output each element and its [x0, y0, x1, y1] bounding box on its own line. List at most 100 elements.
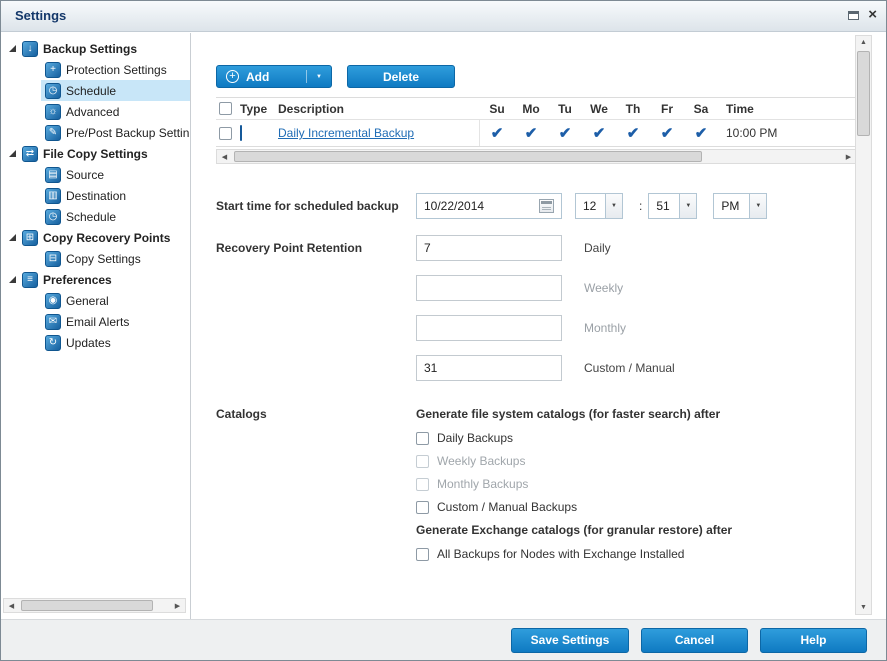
column-header-mo: Mo [514, 102, 548, 116]
scrollbar-thumb[interactable] [857, 51, 870, 136]
sidebar-item-preferences[interactable]: ≡ Preferences [1, 269, 190, 290]
day-check-su-icon: ✔ [491, 124, 504, 142]
hour-value: 12 [576, 199, 605, 213]
monthly-backups-label: Monthly Backups [437, 477, 528, 491]
expand-triangle-icon[interactable] [9, 45, 16, 52]
column-header-tu: Tu [548, 102, 582, 116]
scroll-up-icon[interactable]: ▲ [857, 36, 870, 49]
sidebar-item-destination[interactable]: ▥ Destination [41, 185, 190, 206]
weekly-backups-checkbox [416, 455, 429, 468]
custom-manual-backups-checkbox[interactable] [416, 501, 429, 514]
row-checkbox[interactable] [219, 127, 232, 140]
sidebar-item-copy-settings[interactable]: ⊟ Copy Settings [41, 248, 190, 269]
minute-value: 51 [649, 199, 679, 213]
chevron-down-icon[interactable]: ▼ [749, 194, 766, 218]
column-header-type: Type [240, 102, 278, 116]
custom-retention-input[interactable] [416, 355, 562, 381]
retention-monthly-row: Monthly [416, 315, 675, 341]
sidebar-item-source[interactable]: ▤ Source [41, 164, 190, 185]
scroll-left-icon[interactable]: ◀ [4, 599, 19, 612]
sidebar-horizontal-scrollbar[interactable]: ◀ ▶ [3, 598, 186, 613]
monthly-backups-option: Monthly Backups [416, 477, 732, 491]
file-copy-settings-icon: ⇄ [22, 146, 38, 162]
delete-button[interactable]: Delete [347, 65, 455, 88]
scrollbar-thumb[interactable] [234, 151, 702, 162]
sidebar-item-protection-settings[interactable]: + Protection Settings [41, 59, 190, 80]
start-time-label: Start time for scheduled backup [216, 199, 416, 213]
daily-backups-option[interactable]: Daily Backups [416, 431, 732, 445]
email-alerts-icon: ✉ [45, 314, 61, 330]
general-icon: ◉ [45, 293, 61, 309]
column-header-we: We [582, 102, 616, 116]
save-settings-button[interactable]: Save Settings [511, 628, 629, 653]
copy-recovery-points-icon: ⊞ [22, 230, 38, 246]
hour-dropdown[interactable]: 12 ▼ [575, 193, 623, 219]
exchange-backups-label: All Backups for Nodes with Exchange Inst… [437, 547, 684, 561]
expand-triangle-icon[interactable] [9, 150, 16, 157]
sidebar-item-label: File Copy Settings [43, 147, 148, 161]
sidebar-item-backup-settings[interactable]: ↓ Backup Settings [1, 38, 190, 59]
sidebar-item-general[interactable]: ◉ General [41, 290, 190, 311]
scroll-down-icon[interactable]: ▼ [857, 601, 870, 614]
exchange-backups-option[interactable]: All Backups for Nodes with Exchange Inst… [416, 547, 732, 561]
sidebar-item-email-alerts[interactable]: ✉ Email Alerts [41, 311, 190, 332]
expand-triangle-icon[interactable] [9, 234, 16, 241]
settings-dialog: Settings × ↓ Backup Settings + Protectio… [0, 0, 887, 661]
catalogs-section: Catalogs Generate file system catalogs (… [216, 407, 857, 570]
day-check-th-icon: ✔ [627, 124, 640, 142]
sidebar-item-label: Backup Settings [43, 42, 137, 56]
retention-custom-row: Custom / Manual [416, 355, 675, 381]
weekly-retention-input[interactable] [416, 275, 562, 301]
date-field[interactable]: 10/22/2014 [416, 193, 562, 219]
cancel-button[interactable]: Cancel [641, 628, 748, 653]
day-check-we-icon: ✔ [593, 124, 606, 142]
chevron-down-icon[interactable]: ▼ [605, 194, 622, 218]
close-icon[interactable]: × [868, 9, 877, 21]
custom-manual-backups-option[interactable]: Custom / Manual Backups [416, 500, 732, 514]
help-button[interactable]: Help [760, 628, 867, 653]
scroll-right-icon[interactable]: ▶ [170, 599, 185, 612]
minute-dropdown[interactable]: 51 ▼ [648, 193, 697, 219]
calendar-icon[interactable] [539, 199, 554, 213]
cancel-label: Cancel [675, 633, 714, 647]
add-dropdown-caret-icon[interactable]: ▼ [306, 70, 322, 83]
daily-retention-label: Daily [584, 241, 611, 255]
sidebar-item-schedule[interactable]: ◷ Schedule [41, 80, 190, 101]
select-all-checkbox[interactable] [219, 102, 232, 115]
updates-icon: ↻ [45, 335, 61, 351]
ampm-dropdown[interactable]: PM ▼ [713, 193, 767, 219]
sidebar-item-label: Source [66, 168, 104, 182]
main-vertical-scrollbar[interactable]: ▲ ▼ [855, 35, 872, 615]
daily-backups-checkbox[interactable] [416, 432, 429, 445]
sidebar-item-label: Advanced [66, 105, 119, 119]
scroll-left-icon[interactable]: ◀ [217, 150, 232, 163]
pre-post-backup-icon: ✎ [45, 125, 61, 141]
sidebar-item-file-copy-settings[interactable]: ⇄ File Copy Settings [1, 143, 190, 164]
source-icon: ▤ [45, 167, 61, 183]
schedule-description-link[interactable]: Daily Incremental Backup [278, 126, 414, 140]
sidebar-item-copy-recovery-points[interactable]: ⊞ Copy Recovery Points [1, 227, 190, 248]
schedule-icon: ◷ [45, 83, 61, 99]
sidebar-item-file-copy-schedule[interactable]: ◷ Schedule [41, 206, 190, 227]
scroll-right-icon[interactable]: ▶ [841, 150, 856, 163]
column-header-sa: Sa [684, 102, 718, 116]
retention-label: Recovery Point Retention [216, 235, 416, 255]
sidebar-item-pre-post-backup[interactable]: ✎ Pre/Post Backup Settin [41, 122, 190, 143]
table-horizontal-scrollbar[interactable]: ◀ ▶ [216, 149, 857, 164]
ampm-value: PM [714, 199, 749, 213]
chevron-down-icon[interactable]: ▼ [679, 194, 696, 218]
destination-icon: ▥ [45, 188, 61, 204]
scrollbar-thumb[interactable] [21, 600, 153, 611]
monthly-retention-input[interactable] [416, 315, 562, 341]
sidebar-item-advanced[interactable]: ☼ Advanced [41, 101, 190, 122]
expand-triangle-icon[interactable] [9, 276, 16, 283]
backup-settings-icon: ↓ [22, 41, 38, 57]
exchange-backups-checkbox[interactable] [416, 548, 429, 561]
add-button[interactable]: + Add ▼ [216, 65, 332, 88]
sidebar-item-label: Copy Recovery Points [43, 231, 170, 245]
sidebar-item-updates[interactable]: ↻ Updates [41, 332, 190, 353]
daily-retention-input[interactable] [416, 235, 562, 261]
restore-icon[interactable] [848, 11, 859, 20]
schedule-time-value: 10:00 PM [718, 126, 857, 140]
column-header-time: Time [718, 102, 857, 116]
